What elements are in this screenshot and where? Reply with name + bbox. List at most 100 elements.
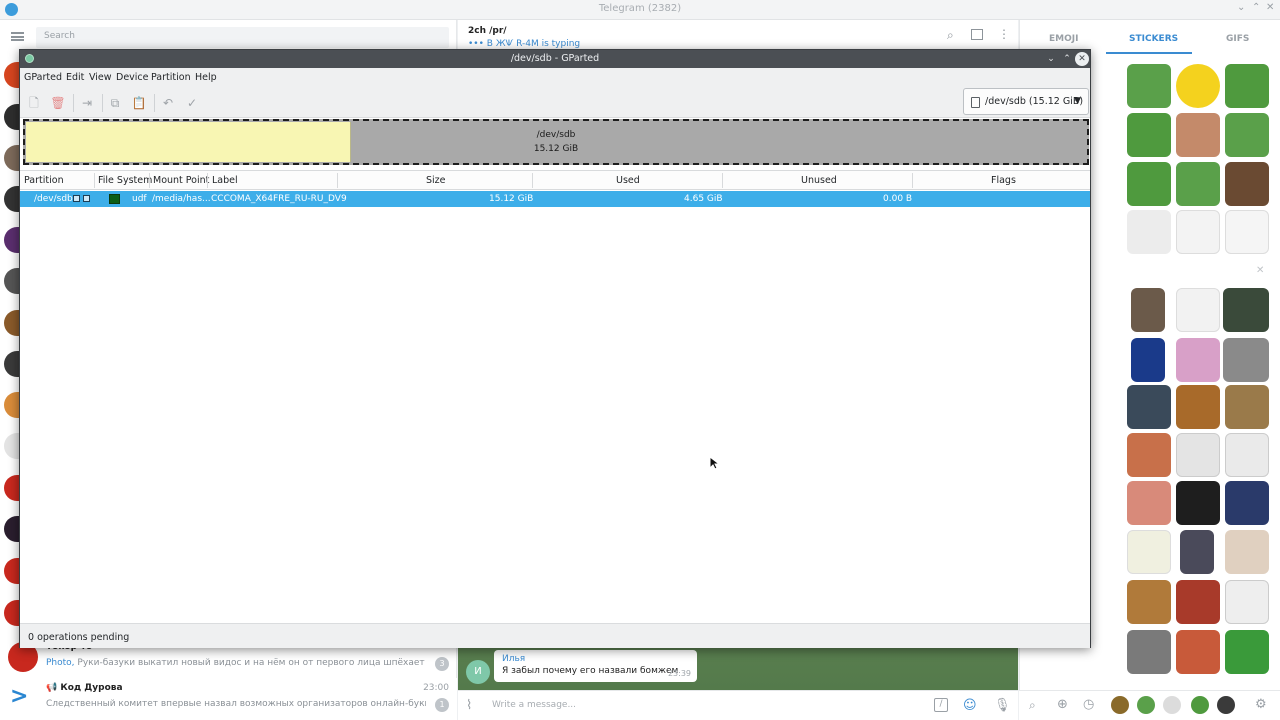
- sticker[interactable]: [1225, 530, 1269, 574]
- column-label[interactable]: Label: [212, 175, 238, 186]
- cell-partition: /dev/sdb: [34, 194, 73, 204]
- sender-avatar[interactable]: И: [466, 660, 490, 684]
- sticker[interactable]: [1225, 630, 1269, 674]
- sticker-set-icon[interactable]: [1217, 696, 1235, 714]
- maximize-icon[interactable]: ⌃: [1252, 2, 1260, 13]
- sticker[interactable]: [1127, 162, 1171, 206]
- sticker[interactable]: [1176, 385, 1220, 429]
- paste-icon[interactable]: 📋: [130, 94, 148, 112]
- column-partition[interactable]: Partition: [24, 175, 64, 186]
- sticker-set-icon[interactable]: [1111, 696, 1129, 714]
- sticker[interactable]: [1127, 580, 1171, 624]
- sticker[interactable]: [1127, 481, 1171, 525]
- chat-list-item[interactable]: > 📢 Код Дурова Следственный комитет впер…: [0, 678, 457, 720]
- sticker[interactable]: [1131, 288, 1165, 332]
- search-input[interactable]: Search: [36, 27, 449, 48]
- search-icon[interactable]: ⌕: [947, 28, 954, 43]
- search-icon[interactable]: ⌕: [1029, 698, 1036, 713]
- disk-map[interactable]: /dev/sdb 15.12 GiB: [22, 118, 1090, 166]
- gparted-titlebar[interactable]: /dev/sdb - GParted ⌄ ⌃ ✕: [20, 50, 1090, 68]
- sticker-set-icon[interactable]: [1137, 696, 1155, 714]
- column-used[interactable]: Used: [616, 175, 640, 186]
- message-input[interactable]: Write a message...: [492, 700, 576, 710]
- minimize-icon[interactable]: ⌄: [1237, 2, 1245, 13]
- sticker[interactable]: [1176, 64, 1220, 108]
- sticker[interactable]: [1176, 630, 1220, 674]
- menu-view[interactable]: View: [89, 72, 112, 83]
- sticker[interactable]: [1176, 338, 1220, 382]
- sticker[interactable]: [1180, 530, 1214, 574]
- delete-partition-icon[interactable]: 🗑: [49, 94, 67, 112]
- device-selector[interactable]: /dev/sdb (15.12 GiB) ▼: [963, 88, 1089, 115]
- sticker[interactable]: [1127, 630, 1171, 674]
- sticker[interactable]: [1176, 580, 1220, 624]
- sticker[interactable]: [1176, 210, 1220, 254]
- sticker[interactable]: [1225, 481, 1269, 525]
- disk-map-used-segment[interactable]: [26, 122, 351, 162]
- close-set-icon[interactable]: ✕: [1256, 265, 1264, 276]
- tab-stickers[interactable]: STICKERS: [1129, 34, 1178, 44]
- column-flags[interactable]: Flags: [991, 175, 1016, 186]
- column-size[interactable]: Size: [426, 175, 446, 186]
- emoji-icon[interactable]: ☺: [963, 698, 977, 713]
- sticker-set-icon[interactable]: [1191, 696, 1209, 714]
- apply-icon[interactable]: ✓: [183, 94, 201, 112]
- more-icon[interactable]: ⋮: [998, 27, 1010, 41]
- attach-icon[interactable]: ⌇: [466, 698, 472, 713]
- menu-device[interactable]: Device: [116, 72, 149, 83]
- resize-move-icon[interactable]: ⇥: [78, 94, 96, 112]
- menu-gparted[interactable]: GParted: [24, 72, 62, 83]
- sticker[interactable]: [1225, 162, 1269, 206]
- sticker[interactable]: [1225, 385, 1269, 429]
- toolbar: 🗋 🗑 ⇥ ⧉ 📋 ↶ ✓: [20, 88, 1090, 118]
- sticker[interactable]: [1127, 64, 1171, 108]
- maximize-icon[interactable]: ⌃: [1060, 52, 1074, 66]
- sticker[interactable]: [1225, 113, 1269, 157]
- tab-gifs[interactable]: GIFS: [1226, 34, 1249, 44]
- bot-command-icon[interactable]: /: [934, 698, 948, 712]
- partition-row[interactable]: /dev/sdb udf /media/has... CCCOMA_X64FRE…: [20, 191, 1090, 207]
- copy-icon[interactable]: ⧉: [106, 94, 124, 112]
- gear-icon[interactable]: ⚙: [1255, 697, 1267, 712]
- sticker[interactable]: [1131, 338, 1165, 382]
- recent-icon[interactable]: ◷: [1083, 697, 1094, 712]
- new-partition-icon[interactable]: 🗋: [25, 94, 43, 112]
- cell-used: 4.65 GiB: [684, 194, 723, 204]
- sticker[interactable]: [1127, 530, 1171, 574]
- menu-partition[interactable]: Partition: [151, 72, 191, 83]
- sticker[interactable]: [1223, 288, 1269, 332]
- column-separator: [532, 173, 533, 188]
- column-unused[interactable]: Unused: [801, 175, 837, 186]
- sticker[interactable]: [1225, 580, 1269, 624]
- menu-help[interactable]: Help: [195, 72, 217, 83]
- menu-edit[interactable]: Edit: [66, 72, 84, 83]
- sticker[interactable]: [1225, 433, 1269, 477]
- microphone-icon[interactable]: 🎙: [994, 698, 1011, 713]
- sticker[interactable]: [1176, 433, 1220, 477]
- add-sticker-icon[interactable]: ⊕: [1057, 697, 1068, 712]
- undo-icon[interactable]: ↶: [159, 94, 177, 112]
- sticker[interactable]: [1176, 288, 1220, 332]
- minimize-icon[interactable]: ⌄: [1044, 52, 1058, 66]
- sticker[interactable]: [1127, 210, 1171, 254]
- lock-icon: [83, 195, 90, 202]
- tab-emoji[interactable]: EMOJI: [1049, 34, 1078, 44]
- close-icon[interactable]: ✕: [1266, 2, 1274, 13]
- sticker[interactable]: [1127, 113, 1171, 157]
- sticker[interactable]: [1176, 481, 1220, 525]
- close-button[interactable]: ✕: [1075, 52, 1089, 66]
- sticker[interactable]: [1225, 64, 1269, 108]
- chat-name: 2ch /pr/: [468, 26, 507, 36]
- sticker[interactable]: [1176, 113, 1220, 157]
- sticker-set-icon[interactable]: [1163, 696, 1181, 714]
- sticker[interactable]: [1225, 210, 1269, 254]
- column-mount-point[interactable]: Mount Point: [153, 175, 209, 186]
- sticker[interactable]: [1127, 433, 1171, 477]
- sidebar-toggle-icon[interactable]: [971, 29, 983, 40]
- column-filesystem[interactable]: File System: [98, 175, 152, 186]
- sticker[interactable]: [1127, 385, 1171, 429]
- sticker[interactable]: [1176, 162, 1220, 206]
- hamburger-menu-icon[interactable]: [11, 32, 24, 41]
- message-bubble[interactable]: Илья Я забыл почему его назвали бомжем 2…: [494, 650, 697, 682]
- sticker[interactable]: [1223, 338, 1269, 382]
